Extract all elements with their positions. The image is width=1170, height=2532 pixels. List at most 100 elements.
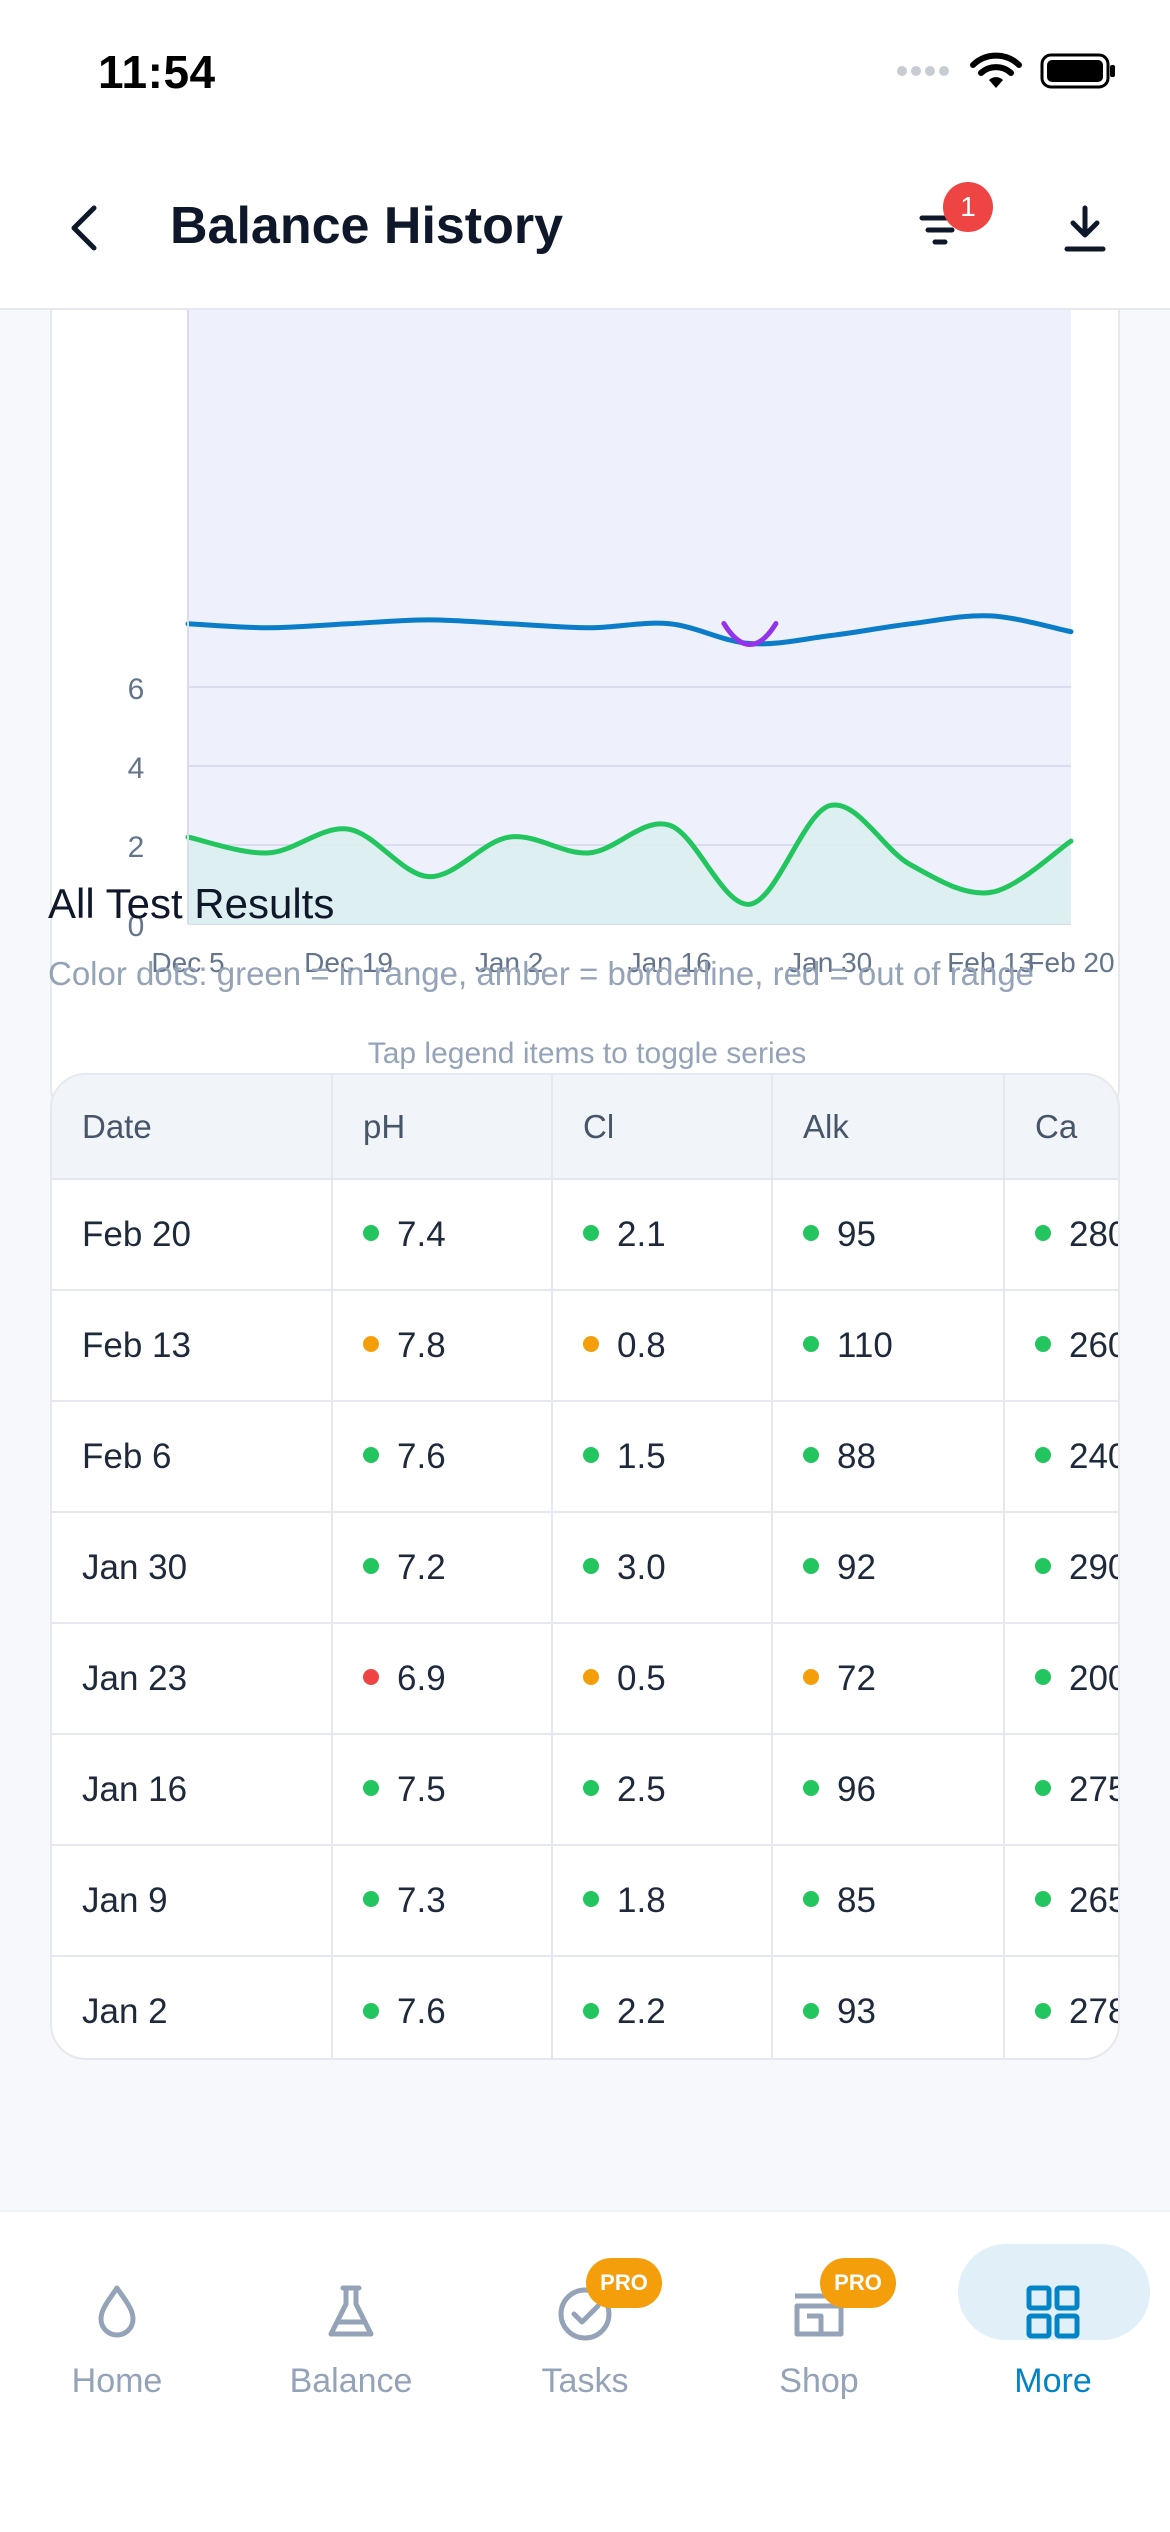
cell-ph: 7.4 [332,1179,553,1291]
cell-value: 72 [837,1658,876,1698]
cell-value: 96 [837,1769,876,1809]
y-tick-label: 6 [128,673,145,706]
cell-value: 260 [1069,1325,1118,1365]
tab-shop[interactable]: PRO Shop [702,2242,936,2422]
column-header-cl: Cl [552,1075,773,1180]
tab-home[interactable]: Home [0,2242,234,2422]
status-dot [1035,1891,1051,1908]
status-dot [1035,1558,1051,1575]
battery-icon [1040,53,1115,89]
table-row[interactable]: Feb 13 7.8 0.8 110 260 [52,1290,1118,1402]
status-dot [363,1225,379,1242]
cell-value: 85 [837,1880,876,1920]
cell-value: 92 [837,1547,876,1587]
cell-value: 7.3 [397,1880,446,1920]
tab-bar: Home Balance PRO Tasks PRO Shop More [0,2210,1170,2532]
cell-date: Jan 30 [52,1512,333,1624]
cell-alk: 85 [772,1845,1005,1957]
pro-badge: PRO [820,2258,896,2308]
chevron-left-icon [71,205,97,251]
results-table[interactable]: Date pH Cl Alk Ca Feb 20 7.4 2.1 95 280 Feb 1… [50,1073,1120,2060]
flask-icon [321,2282,381,2342]
cell-alk: 92 [772,1512,1005,1624]
cell-ca: 260 [1004,1290,1118,1402]
cell-value: 110 [837,1325,893,1365]
cell-alk: 96 [772,1734,1005,1846]
grid-icon [1023,2282,1083,2342]
back-button[interactable] [56,198,116,258]
table-row[interactable]: Jan 16 7.5 2.5 96 275 [52,1734,1118,1846]
status-dot [803,1780,819,1797]
status-dot [363,1447,379,1464]
cell-ca: 265 [1004,1845,1118,1957]
status-dot [1035,1336,1051,1353]
cell-cl: 0.8 [552,1290,773,1402]
cell-cl: 2.2 [552,1956,773,2058]
status-dot [803,1447,819,1464]
cell-value: 88 [837,1436,876,1476]
tab-tasks[interactable]: PRO Tasks [468,2242,702,2422]
table-row[interactable]: Feb 6 7.6 1.5 88 240 [52,1401,1118,1513]
cell-value: 265 [1069,1880,1118,1920]
filter-count-badge: 1 [943,182,993,232]
table-row[interactable]: Jan 30 7.2 3.0 92 290 [52,1512,1118,1624]
page-title: Balance History [170,197,564,255]
column-header-ca: Ca [1004,1075,1118,1180]
cell-cl: 2.1 [552,1179,773,1291]
table-row[interactable]: Jan 9 7.3 1.8 85 265 [52,1845,1118,1957]
chart-hint: Tap legend items to toggle series [367,1037,807,1070]
filter-button[interactable]: 1 [900,182,993,270]
cell-value: 7.5 [397,1769,446,1809]
table-row[interactable]: Jan 23 6.9 0.5 72 200 [52,1623,1118,1735]
table-header-row: Date pH Cl Alk Ca [52,1075,1118,1180]
cell-date: Jan 16 [52,1734,333,1846]
results-subtitle: Color dots: green = in range, amber = bo… [48,955,1035,992]
status-dot [363,2002,379,2019]
cell-date: Jan 9 [52,1845,333,1957]
download-icon [1064,205,1106,252]
y-tick-label: 4 [128,752,145,785]
status-dot [583,1336,599,1353]
cell-value: 275 [1069,1769,1118,1809]
tab-shop-label: Shop [779,2362,859,2400]
cell-value: 6.9 [397,1658,446,1698]
status-dot [803,1669,819,1686]
cell-value: 280 [1069,1214,1118,1254]
cell-value: 290 [1069,1547,1118,1587]
cell-ph: 7.3 [332,1845,553,1957]
cell-date: Feb 6 [52,1401,333,1513]
cell-value: 2.1 [617,1214,666,1254]
cell-date: Jan 2 [52,1956,333,2058]
cell-value: 7.4 [397,1214,446,1254]
cell-value: 95 [837,1214,876,1254]
scroll-content[interactable]: 0 2 4 6 Dec 5 Dec 19 Jan 2 Jan 16 Jan 30 Feb 13 Fe… [0,310,1170,2210]
status-dot [803,1336,819,1353]
table-row[interactable]: Jan 2 7.6 2.2 93 278 [52,1956,1118,2058]
cell-ph: 7.6 [332,1401,553,1513]
tab-more-label: More [1014,2362,1092,2400]
cell-ca: 278 [1004,1956,1118,2058]
water-drop-icon [87,2282,147,2342]
cell-value: 7.6 [397,1992,446,2031]
cell-value: 2.2 [617,1992,666,2031]
table-row[interactable]: Feb 20 7.4 2.1 95 280 [52,1179,1118,1291]
pro-badge: PRO [586,2258,662,2308]
status-dot [803,2002,819,2019]
y-tick-label: 2 [128,831,145,864]
cell-date: Feb 13 [52,1290,333,1402]
tab-more[interactable]: More [936,2242,1170,2422]
cell-date: Feb 20 [52,1179,333,1291]
tab-balance[interactable]: Balance [234,2242,468,2422]
cell-value: 200 [1069,1658,1118,1698]
cell-ph: 7.8 [332,1290,553,1402]
download-button[interactable] [1045,190,1125,270]
nav-bar: Balance History 1 [0,150,1170,310]
cell-ca: 275 [1004,1734,1118,1846]
status-time: 11:54 [98,46,216,98]
status-dot [583,1225,599,1242]
status-dot [363,1669,379,1686]
tab-home-label: Home [71,2362,163,2400]
status-dot [1035,1225,1051,1242]
status-dot [363,1891,379,1908]
cell-value: 7.6 [397,1436,446,1476]
